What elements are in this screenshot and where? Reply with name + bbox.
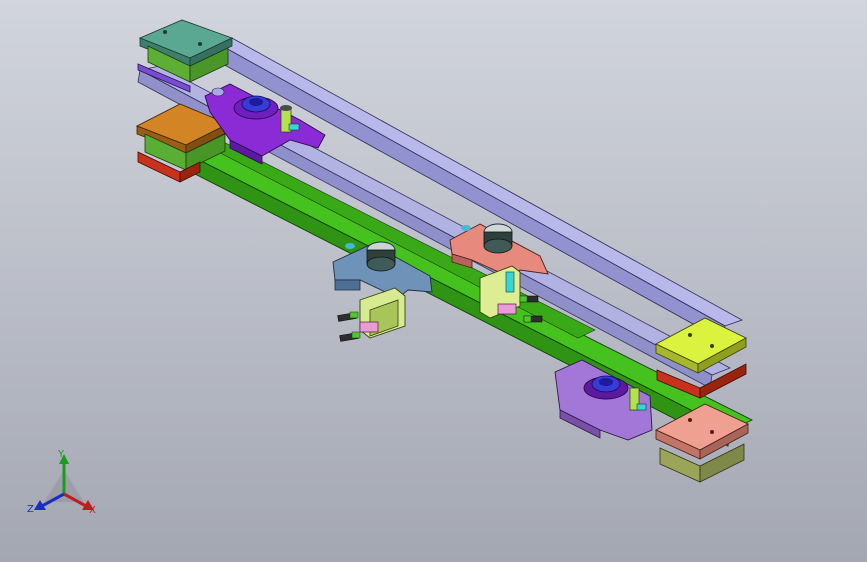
cad-3d-viewport[interactable] bbox=[0, 0, 867, 562]
assembly-model[interactable] bbox=[0, 0, 867, 562]
z-axis-label: Z bbox=[27, 504, 34, 515]
x-axis-label: X bbox=[89, 505, 96, 516]
orientation-triad[interactable]: Y Z X bbox=[22, 448, 106, 524]
fitting-left-a bbox=[337, 311, 361, 342]
y-axis-label: Y bbox=[58, 449, 65, 460]
